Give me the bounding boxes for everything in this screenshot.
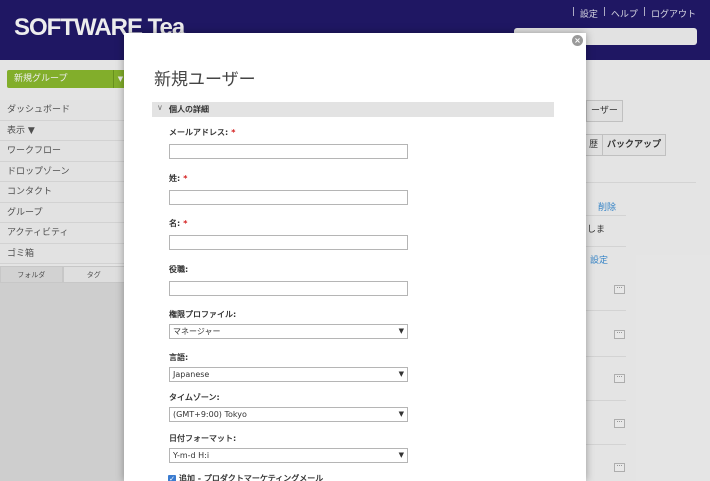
- date-format-select[interactable]: Y-m-d H:i ▼: [169, 448, 408, 463]
- selected-value: Japanese: [173, 370, 210, 379]
- job-title-field[interactable]: [169, 281, 408, 296]
- first-name-label: 名: *: [169, 219, 188, 228]
- dropdown-arrow-icon: ▼: [398, 370, 404, 378]
- dropdown-arrow-icon: ▼: [398, 327, 404, 335]
- chevron-down-icon[interactable]: ∨: [157, 103, 163, 112]
- marketing-email-row: ✓ 追加 - プロダクトマーケティングメール: [168, 473, 323, 481]
- email-field[interactable]: [169, 144, 408, 159]
- required-marker: *: [231, 128, 236, 137]
- timezone-label: タイムゾーン:: [169, 393, 220, 402]
- last-name-label: 姓: *: [169, 174, 188, 183]
- selected-value: マネージャー: [173, 327, 221, 336]
- timezone-select[interactable]: (GMT+9:00) Tokyo ▼: [169, 407, 408, 422]
- marketing-email-checkbox[interactable]: ✓: [168, 474, 176, 481]
- new-user-modal: × 新規ユーザー ∨ 個人の詳細 メールアドレス: * 姓: * 名: * 役職: 権…: [124, 33, 586, 481]
- modal-title: 新規ユーザー: [154, 70, 256, 90]
- last-name-field[interactable]: [169, 190, 408, 205]
- date-format-label: 日付フォーマット:: [169, 434, 237, 443]
- marketing-email-label[interactable]: 追加 - プロダクトマーケティングメール: [179, 473, 323, 481]
- language-label: 言語:: [169, 353, 189, 362]
- section-title: 個人の詳細: [169, 105, 209, 114]
- language-select[interactable]: Japanese ▼: [169, 367, 408, 382]
- permission-profile-select[interactable]: マネージャー ▼: [169, 324, 408, 339]
- dropdown-arrow-icon: ▼: [398, 451, 404, 459]
- personal-details-section-header[interactable]: ∨ 個人の詳細: [152, 102, 554, 117]
- first-name-field[interactable]: [169, 235, 408, 250]
- dropdown-arrow-icon: ▼: [398, 410, 404, 418]
- selected-value: (GMT+9:00) Tokyo: [173, 410, 247, 419]
- required-marker: *: [183, 219, 188, 228]
- close-icon[interactable]: ×: [572, 35, 583, 46]
- email-label: メールアドレス: *: [169, 128, 236, 137]
- job-title-label: 役職:: [169, 265, 189, 274]
- permission-profile-label: 権限プロファイル:: [169, 310, 237, 319]
- required-marker: *: [183, 174, 188, 183]
- selected-value: Y-m-d H:i: [173, 451, 210, 460]
